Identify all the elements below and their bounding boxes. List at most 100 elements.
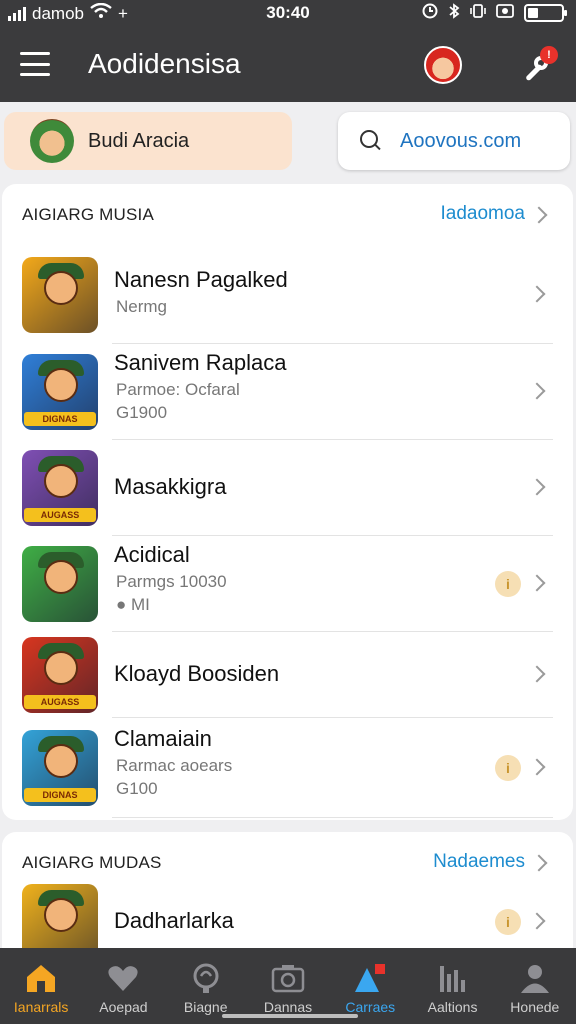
chevron-right-icon[interactable] xyxy=(530,854,548,872)
user-name: Budi Aracia xyxy=(88,129,190,152)
info-icon[interactable]: i xyxy=(495,909,521,935)
character-face xyxy=(44,560,78,594)
character-face xyxy=(44,271,78,305)
section-title: AIGIARG MUDAS xyxy=(22,853,162,872)
list-item[interactable]: Acidical Parmgs 10030 ● MI i xyxy=(2,536,573,632)
row-divider xyxy=(112,817,553,818)
section-card-2: AIGIARG MUDAS Nadaemes Dadharlarka i xyxy=(2,832,573,950)
tab-label: Carraes xyxy=(345,999,396,1015)
chart-icon xyxy=(436,962,470,994)
game-icon: AUGASS xyxy=(22,637,98,713)
battery-icon xyxy=(524,4,567,22)
list-item[interactable]: AUGASS Masakkigra xyxy=(2,440,573,536)
section-title: AIGIARG MUSIA xyxy=(22,205,155,224)
game-list: Dadharlarka i xyxy=(2,884,573,950)
bluetooth-icon xyxy=(448,3,460,23)
game-title: Kloayd Boosiden xyxy=(114,661,280,686)
list-item[interactable]: Nanesn Pagalked Nermg xyxy=(2,246,573,344)
game-icon-tag: AUGASS xyxy=(24,508,96,522)
search-chip-text: Aoovous.com xyxy=(400,129,522,152)
notification-badge: ! xyxy=(540,46,558,64)
character-face xyxy=(44,464,78,498)
game-title: Nanesn Pagalked xyxy=(114,267,288,292)
game-title: Acidical xyxy=(114,542,190,567)
character-face xyxy=(44,651,78,685)
profile-avatar[interactable] xyxy=(424,46,462,84)
chevron-right-icon xyxy=(528,285,546,303)
game-title: Clamaiain xyxy=(114,726,212,751)
app-bar: Aodidensisa ! xyxy=(0,28,576,102)
chevron-right-icon xyxy=(528,382,546,400)
tab-item[interactable]: Aoepad xyxy=(82,948,164,1024)
chevron-right-icon xyxy=(528,665,546,683)
list-item[interactable]: DIGNAS Sanivem Raplaca Parmoe: Ocfaral G190… xyxy=(2,344,573,440)
info-icon[interactable]: i xyxy=(495,755,521,781)
search-icon xyxy=(360,130,382,152)
heart-icon xyxy=(106,962,140,994)
alarm-icon xyxy=(422,3,438,23)
game-meta: ● MI xyxy=(116,595,150,614)
tools-button[interactable]: ! xyxy=(518,46,558,86)
globe-icon xyxy=(189,962,223,994)
tab-item[interactable]: Aaltions xyxy=(411,948,493,1024)
chevron-right-icon xyxy=(528,912,546,930)
character-face xyxy=(44,744,78,778)
camera-icon xyxy=(271,962,305,994)
tab-label: Aaltions xyxy=(427,999,478,1015)
game-icon: DIGNAS xyxy=(22,730,98,806)
section-header: AIGIARG MUSIA Iadaomoa xyxy=(2,184,573,246)
chevron-right-icon xyxy=(528,478,546,496)
game-list: Nanesn Pagalked Nermg DIGNAS Sanivem Raplac… xyxy=(2,246,573,818)
chevron-right-icon xyxy=(528,758,546,776)
info-icon[interactable]: i xyxy=(495,571,521,597)
status-bar: damob + 30:40 xyxy=(0,0,576,28)
tab-item[interactable]: Honede xyxy=(494,948,576,1024)
section-card-1: AIGIARG MUSIA Iadaomoa Nanesn Pagalked Ne… xyxy=(2,184,573,820)
game-icon-tag: DIGNAS xyxy=(24,412,96,426)
home-icon xyxy=(24,962,58,994)
game-subtitle: Rarmac aoears xyxy=(116,756,233,775)
home-indicator xyxy=(222,1014,358,1018)
app-title: Aodidensisa xyxy=(88,48,241,79)
game-icon-tag: DIGNAS xyxy=(24,788,96,802)
game-icon xyxy=(22,546,98,622)
shapes-icon xyxy=(353,962,387,994)
section-see-all-link[interactable]: Iadaomoa xyxy=(440,203,525,225)
list-item[interactable]: Dadharlarka i xyxy=(2,884,573,950)
user-chip[interactable]: Budi Aracia xyxy=(4,112,292,170)
game-icon: AUGASS xyxy=(22,450,98,526)
chevron-right-icon[interactable] xyxy=(530,206,548,224)
game-meta: G1900 xyxy=(116,403,168,422)
character-face xyxy=(44,898,78,932)
tab-label: Aoepad xyxy=(99,999,148,1015)
game-title: Dadharlarka xyxy=(114,908,234,933)
chevron-right-icon xyxy=(528,574,546,592)
tab-item[interactable]: Carraes xyxy=(329,948,411,1024)
user-avatar xyxy=(30,119,74,163)
vibrate-icon xyxy=(470,3,486,23)
list-item[interactable]: DIGNAS Clamaiain Rarmac aoears G100 i xyxy=(2,718,573,818)
search-chip[interactable]: Aoovous.com xyxy=(338,112,570,170)
section-see-all-link[interactable]: Nadaemes xyxy=(433,851,525,873)
game-subtitle: Parmgs 10030 xyxy=(116,572,227,591)
photo-icon xyxy=(496,3,514,23)
game-icon xyxy=(22,884,98,950)
tab-item[interactable]: Biagne xyxy=(165,948,247,1024)
game-title: Sanivem Raplaca xyxy=(114,350,287,375)
game-subtitle: Parmoe: Ocfaral xyxy=(116,380,240,399)
person-icon xyxy=(518,962,552,994)
tab-label: Honede xyxy=(510,999,560,1015)
game-title: Masakkigra xyxy=(114,474,227,499)
tab-item[interactable]: Ianarrals xyxy=(0,948,82,1024)
tab-label: Biagne xyxy=(183,999,228,1015)
list-item[interactable]: AUGASS Kloayd Boosiden xyxy=(2,632,573,718)
status-right xyxy=(422,3,567,23)
tab-item[interactable]: Dannas xyxy=(247,948,329,1024)
hamburger-menu-button[interactable] xyxy=(20,52,50,76)
game-icon: DIGNAS xyxy=(22,354,98,430)
bottom-tab-bar: Ianarrals Aoepad Biagne Dannas Carraes Aaltio… xyxy=(0,948,576,1024)
character-face xyxy=(44,368,78,402)
tab-label: Ianarrals xyxy=(13,999,69,1015)
game-meta: G100 xyxy=(116,779,158,798)
game-subtitle: Nermg xyxy=(116,297,168,316)
